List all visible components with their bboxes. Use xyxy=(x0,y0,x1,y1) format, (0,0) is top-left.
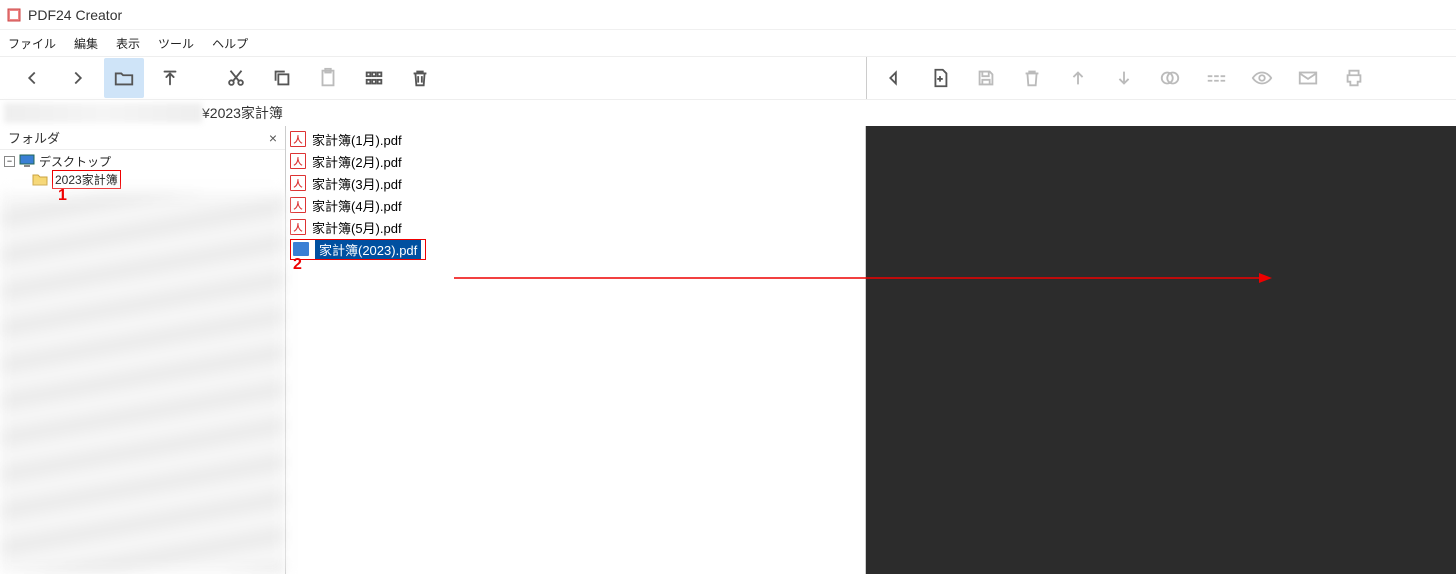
menu-file[interactable]: ファイル xyxy=(8,35,56,52)
redact-button[interactable] xyxy=(1199,61,1233,95)
file-list: 人 家計簿(1月).pdf 人 家計簿(2月).pdf 人 家計簿(3月).pd… xyxy=(286,126,866,574)
pdf-icon: 人 xyxy=(290,197,306,213)
toolbar-right xyxy=(866,57,1456,99)
file-item-selected[interactable]: 家計簿(2023).pdf xyxy=(290,238,861,260)
toolbar-left xyxy=(0,58,866,98)
file-name: 家計簿(2023).pdf xyxy=(315,240,421,259)
folder-tree: − デスクトップ 2023家計簿 xyxy=(0,150,285,574)
move-up-button[interactable] xyxy=(1061,61,1095,95)
desktop-icon xyxy=(19,154,35,168)
save-button[interactable] xyxy=(969,61,1003,95)
selected-file-icon xyxy=(293,242,309,256)
move-down-button[interactable] xyxy=(1107,61,1141,95)
folder-icon xyxy=(32,172,48,186)
menu-tools[interactable]: ツール xyxy=(158,35,194,52)
file-name: 家計簿(1月).pdf xyxy=(312,130,402,149)
trash-button[interactable] xyxy=(1015,61,1049,95)
tree-folder-label: 2023家計簿 xyxy=(52,170,121,189)
preview-button[interactable] xyxy=(1245,61,1279,95)
merge-button[interactable] xyxy=(1153,61,1187,95)
back-button[interactable] xyxy=(12,58,52,98)
folder-button[interactable] xyxy=(104,58,144,98)
delete-button[interactable] xyxy=(400,58,440,98)
expand-icon[interactable]: − xyxy=(4,156,15,167)
forward-button[interactable] xyxy=(58,58,98,98)
sidebar-close-icon[interactable]: × xyxy=(269,130,277,146)
annotation-2: 2 xyxy=(293,256,302,274)
copy-button[interactable] xyxy=(262,58,302,98)
main: フォルダ × − デスクトップ 2023家計簿 人 家計簿(1月).pdf 人 … xyxy=(0,126,1456,574)
sidebar: フォルダ × − デスクトップ 2023家計簿 xyxy=(0,126,286,574)
file-name: 家計簿(4月).pdf xyxy=(312,196,402,215)
path-text: ¥2023家計簿 xyxy=(202,103,283,123)
pdf-icon: 人 xyxy=(290,175,306,191)
sidebar-header: フォルダ × xyxy=(0,126,285,150)
collapse-icon[interactable] xyxy=(877,61,911,95)
menu-view[interactable]: 表示 xyxy=(116,35,140,52)
sidebar-title: フォルダ xyxy=(8,128,60,147)
file-name: 家計簿(2月).pdf xyxy=(312,152,402,171)
annotation-1: 1 xyxy=(58,187,67,205)
file-item[interactable]: 人 家計簿(5月).pdf xyxy=(290,216,861,238)
menubar: ファイル 編集 表示 ツール ヘルプ xyxy=(0,30,1456,56)
app-icon xyxy=(6,7,22,23)
tree-root[interactable]: − デスクトップ xyxy=(4,152,281,170)
file-item[interactable]: 人 家計簿(4月).pdf xyxy=(290,194,861,216)
pdf-icon: 人 xyxy=(290,153,306,169)
app-title: PDF24 Creator xyxy=(28,7,122,23)
toolbar xyxy=(0,56,1456,100)
file-name: 家計簿(5月).pdf xyxy=(312,218,402,237)
menu-help[interactable]: ヘルプ xyxy=(212,35,248,52)
pdf-icon: 人 xyxy=(290,219,306,235)
file-item[interactable]: 人 家計簿(1月).pdf xyxy=(290,128,861,150)
file-name: 家計簿(3月).pdf xyxy=(312,174,402,193)
cut-button[interactable] xyxy=(216,58,256,98)
pathbar: ¥2023家計簿 xyxy=(0,100,1456,126)
print-button[interactable] xyxy=(1337,61,1371,95)
pdf-icon: 人 xyxy=(290,131,306,147)
file-item[interactable]: 人 家計簿(2月).pdf xyxy=(290,150,861,172)
menu-edit[interactable]: 編集 xyxy=(74,35,98,52)
tree-blur xyxy=(0,192,285,574)
tree-root-label: デスクトップ xyxy=(39,153,111,170)
up-button[interactable] xyxy=(150,58,190,98)
tree-folder[interactable]: 2023家計簿 xyxy=(32,170,281,188)
paste-button[interactable] xyxy=(308,58,348,98)
add-page-button[interactable] xyxy=(923,61,957,95)
file-item[interactable]: 人 家計簿(3月).pdf xyxy=(290,172,861,194)
path-blur xyxy=(4,103,202,123)
mail-button[interactable] xyxy=(1291,61,1325,95)
preview-pane[interactable] xyxy=(866,126,1456,574)
grid-view-button[interactable] xyxy=(354,58,394,98)
titlebar: PDF24 Creator xyxy=(0,0,1456,30)
